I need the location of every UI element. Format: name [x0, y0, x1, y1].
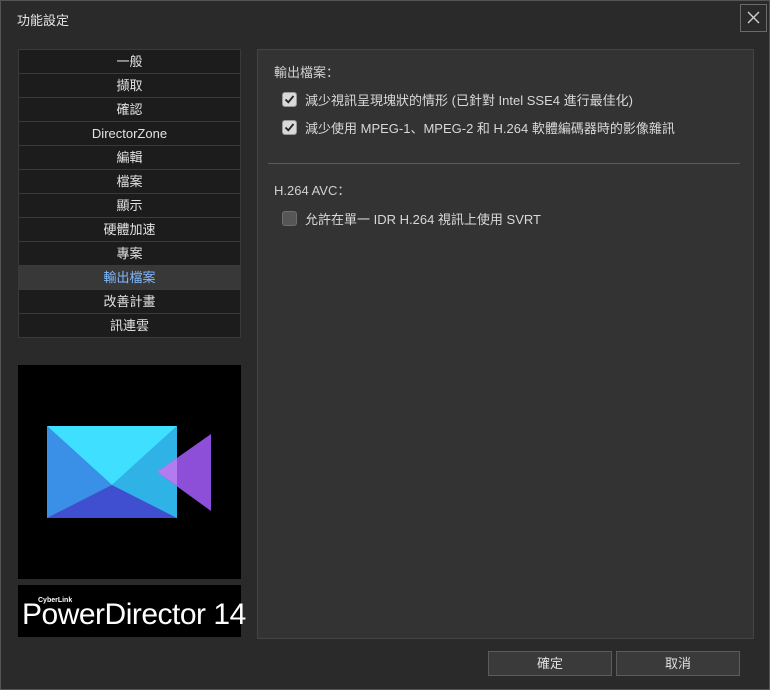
close-button[interactable] — [740, 4, 767, 32]
preferences-dialog: 功能設定 一般 擷取 確認 DirectorZone 編輯 檔案 顯示 硬體加速… — [0, 0, 770, 690]
window-title: 功能設定 — [17, 13, 70, 28]
settings-content-panel: 輸出檔案： 減少視訊呈現塊狀的情形 (已針對 Intel SSE4 進行最佳化)… — [257, 49, 754, 639]
reduce-noise-checkbox[interactable] — [282, 119, 297, 135]
category-sidebar: 一般 擷取 確認 DirectorZone 編輯 檔案 顯示 硬體加速 專案 輸… — [18, 49, 241, 338]
sidebar-item-project[interactable]: 專案 — [18, 241, 241, 265]
sidebar-item-directorzone[interactable]: DirectorZone — [18, 121, 241, 145]
allow-svrt-label: 允許在單一 IDR H.264 視訊上使用 SVRT — [305, 211, 541, 227]
ok-button[interactable]: 確定 — [488, 651, 612, 676]
option-reduce-noise[interactable]: 減少使用 MPEG-1、MPEG-2 和 H.264 軟體編碼器時的影像雜訊 — [282, 118, 675, 136]
option-reduce-blockiness[interactable]: 減少視訊呈現塊狀的情形 (已針對 Intel SSE4 進行最佳化) — [282, 90, 633, 108]
allow-svrt-checkbox[interactable] — [282, 210, 297, 226]
cancel-button[interactable]: 取消 — [616, 651, 740, 676]
checkmark-icon — [284, 94, 295, 104]
sidebar-item-cyberlink-cloud[interactable]: 訊連雲 — [18, 313, 241, 338]
output-file-section-title: 輸出檔案： — [274, 65, 340, 80]
sidebar-item-display[interactable]: 顯示 — [18, 193, 241, 217]
brand-wordmark-panel: CyberLink PowerDirector 14 — [18, 585, 246, 637]
sidebar-item-file[interactable]: 檔案 — [18, 169, 241, 193]
title-bar: 功能設定 — [1, 1, 769, 34]
reduce-noise-label: 減少使用 MPEG-1、MPEG-2 和 H.264 軟體編碼器時的影像雜訊 — [305, 120, 675, 136]
sidebar-item-hardware-acceleration[interactable]: 硬體加速 — [18, 217, 241, 241]
powerdirector-logo-icon — [47, 426, 211, 518]
sidebar-item-improvement-program[interactable]: 改善計畫 — [18, 289, 241, 313]
section-divider — [268, 163, 740, 164]
sidebar-item-editing[interactable]: 編輯 — [18, 145, 241, 169]
sidebar-item-confirmation[interactable]: 確認 — [18, 97, 241, 121]
option-allow-svrt[interactable]: 允許在單一 IDR H.264 視訊上使用 SVRT — [282, 209, 541, 227]
sidebar-item-output-file[interactable]: 輸出檔案 — [18, 265, 241, 289]
reduce-blockiness-checkbox[interactable] — [282, 91, 297, 107]
close-icon — [747, 11, 760, 24]
sidebar-item-general[interactable]: 一般 — [18, 49, 241, 73]
checkmark-icon — [284, 122, 295, 132]
h264-section-title: H.264 AVC： — [274, 183, 351, 198]
product-wordmark: PowerDirector 14 — [22, 598, 246, 631]
product-logo-panel — [18, 365, 241, 579]
sidebar-item-capture[interactable]: 擷取 — [18, 73, 241, 97]
reduce-blockiness-label: 減少視訊呈現塊狀的情形 (已針對 Intel SSE4 進行最佳化) — [305, 92, 633, 108]
